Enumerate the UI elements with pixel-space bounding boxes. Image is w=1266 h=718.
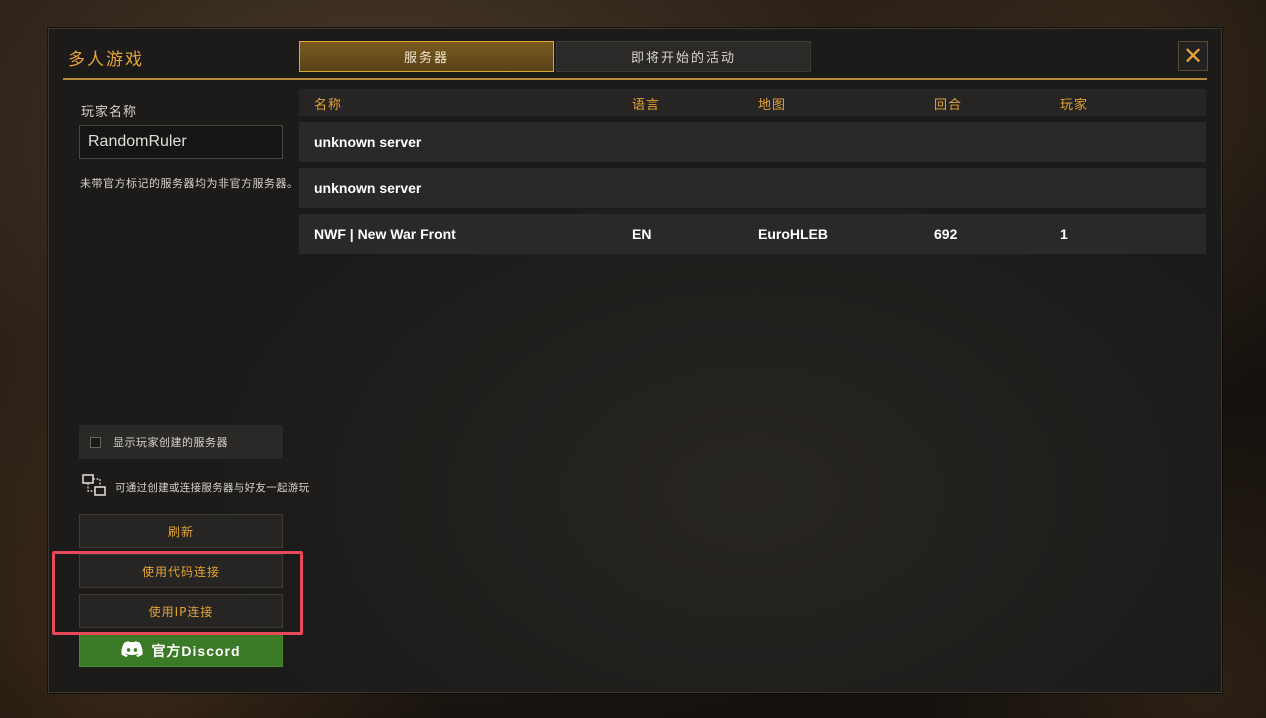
player-name-label: 玩家名称 [81, 105, 138, 120]
discord-button-label: 官方Discord [151, 642, 241, 659]
server-name: NWF | New War Front [314, 226, 456, 242]
server-list: 名称 语言 地图 回合 玩家 unknown server unknown se… [299, 89, 1206, 254]
server-name: unknown server [314, 134, 422, 150]
column-map[interactable]: 地图 [758, 94, 786, 113]
connect-with-ip-button[interactable]: 使用IP连接 [79, 594, 283, 628]
show-player-servers-toggle[interactable]: 显示玩家创建的服务器 [79, 425, 283, 459]
table-row[interactable]: NWF | New War Front EN EuroHLEB 692 1 [299, 214, 1206, 254]
network-icon [82, 473, 106, 501]
show-player-servers-label: 显示玩家创建的服务器 [113, 436, 228, 449]
server-map: EuroHLEB [758, 226, 828, 242]
official-discord-button[interactable]: 官方Discord [79, 634, 283, 667]
play-with-friends-hint: 可通过创建或连接服务器与好友一起游玩 [82, 473, 309, 501]
hint-text: 可通过创建或连接服务器与好友一起游玩 [115, 481, 310, 494]
player-name-input[interactable] [79, 125, 283, 159]
tab-servers[interactable]: 服务器 [299, 41, 554, 72]
discord-icon [121, 641, 144, 660]
column-language[interactable]: 语言 [632, 94, 660, 113]
tab-upcoming-events[interactable]: 即将开始的活动 [556, 41, 811, 72]
close-icon: ✕ [1182, 42, 1204, 70]
multiplayer-window: 多人游戏 服务器 即将开始的活动 ✕ 玩家名称 未带官方标记的服务器均为非官方服… [48, 28, 1222, 693]
server-language: EN [632, 226, 652, 242]
table-row[interactable]: unknown server [299, 122, 1206, 162]
show-player-servers-checkbox[interactable] [90, 436, 101, 448]
refresh-button[interactable]: 刷新 [79, 514, 283, 548]
server-players: 1 [1060, 226, 1068, 242]
close-button[interactable]: ✕ [1178, 41, 1208, 71]
connect-with-code-button[interactable]: 使用代码连接 [79, 554, 283, 588]
column-players[interactable]: 玩家 [1060, 94, 1088, 113]
column-name[interactable]: 名称 [314, 94, 342, 113]
column-round[interactable]: 回合 [934, 94, 962, 113]
server-name: unknown server [314, 180, 422, 196]
server-round: 692 [934, 226, 958, 242]
table-row[interactable]: unknown server [299, 168, 1206, 208]
header-divider [63, 78, 1207, 80]
server-list-header: 名称 语言 地图 回合 玩家 [299, 89, 1206, 116]
window-title: 多人游戏 [68, 50, 144, 70]
